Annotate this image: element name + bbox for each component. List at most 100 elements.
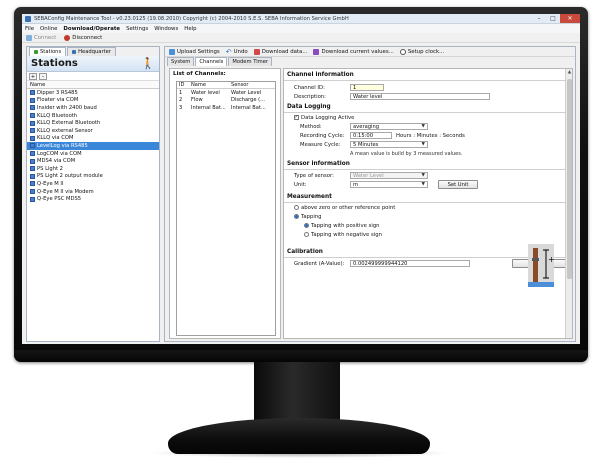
channel-name-cell: Flow xyxy=(191,97,203,104)
menu-file[interactable]: File xyxy=(25,26,34,32)
above-zero-radio[interactable] xyxy=(294,205,299,210)
detail-scrollbar[interactable]: ▲ ▼ xyxy=(565,69,572,338)
walking-person-icon[interactable]: 🚶 xyxy=(141,57,155,70)
close-icon[interactable]: ✕ xyxy=(560,14,580,23)
logging-active-checkbox[interactable]: ✓ xyxy=(294,115,299,120)
tab-modem-timer[interactable]: Modem Timer xyxy=(228,57,273,66)
positive-sign-radio[interactable] xyxy=(304,223,309,228)
chevron-down-icon: ▼ xyxy=(421,173,425,178)
add-station-icon[interactable]: + xyxy=(29,73,37,80)
download-current-label: Download current values... xyxy=(321,48,394,55)
method-select[interactable]: averaging ▼ xyxy=(350,123,428,130)
col-id[interactable]: ID xyxy=(177,82,191,88)
upload-settings-button[interactable]: Upload Settings xyxy=(169,48,220,55)
station-label: KLLQ External Bluetooth xyxy=(37,120,101,127)
negative-sign-row: Tapping with negative sign xyxy=(284,230,572,239)
connect-button[interactable]: Connect xyxy=(26,34,57,41)
list-item[interactable]: LogCOM via COM xyxy=(27,150,159,158)
station-icon xyxy=(30,196,35,202)
set-unit-button[interactable]: Set Unit xyxy=(438,180,478,189)
list-item[interactable]: KLLQ via COM xyxy=(27,135,159,143)
setup-clock-button[interactable]: Setup clock... xyxy=(399,48,444,55)
tab-stations[interactable]: Stations xyxy=(29,47,67,56)
channel-id-cell: 1 xyxy=(179,90,183,97)
menu-settings[interactable]: Settings xyxy=(126,26,148,32)
recording-cycle-field[interactable]: 0:15:00 xyxy=(350,132,392,139)
undo-button[interactable]: ↶ Undo xyxy=(226,48,248,56)
list-item[interactable]: Q-Eye PSC MDS5 xyxy=(27,195,159,203)
station-label: LogCOM via COM xyxy=(37,150,82,157)
window-title: SEBAConfig Maintenance Tool - v0.23.0125… xyxy=(34,15,349,22)
list-item[interactable]: MDS4 via COM xyxy=(27,157,159,165)
channel-id-field[interactable]: 1 xyxy=(350,84,384,91)
list-item[interactable]: PS Light 2 xyxy=(27,165,159,173)
station-icon xyxy=(30,181,35,187)
menu-download-operate[interactable]: Download/Operate xyxy=(63,26,120,32)
station-icon xyxy=(30,166,35,172)
tapping-radio[interactable] xyxy=(294,214,299,219)
station-icon xyxy=(30,97,35,103)
list-item[interactable]: LevelLog via RS485 xyxy=(27,142,159,150)
tab-headquarter-label: Headquarter xyxy=(78,49,111,55)
station-icon xyxy=(30,143,35,149)
stations-list-header[interactable]: Name xyxy=(27,81,159,89)
maximize-icon[interactable]: □ xyxy=(546,14,560,23)
channel-name-cell: Water level xyxy=(191,90,220,97)
chevron-down-icon: ▼ xyxy=(421,142,425,147)
channel-sensor-cell: Internal Bat... xyxy=(231,104,266,111)
minimize-icon[interactable]: – xyxy=(532,14,546,23)
unit-select[interactable]: m ▼ xyxy=(350,181,428,188)
clock-icon xyxy=(399,48,406,55)
station-label: Dipper 3 RS485 xyxy=(37,89,78,96)
menu-help[interactable]: Help xyxy=(184,26,196,32)
tapping-label: Tapping xyxy=(301,213,322,220)
list-item[interactable]: Dipper 3 RS485 xyxy=(27,89,159,97)
list-item[interactable]: Insider with 2400 baud xyxy=(27,104,159,112)
download-current-button[interactable]: Download current values... xyxy=(313,48,394,55)
measure-cycle-select[interactable]: 5 Minutes ▼ xyxy=(350,141,428,148)
stations-header: Stations 🚶 xyxy=(27,56,159,72)
main-toolbar: Connect Disconnect xyxy=(22,33,580,43)
menu-online[interactable]: Online xyxy=(40,26,57,32)
list-item[interactable]: PS Light 2 output module xyxy=(27,173,159,181)
left-tabs: Stations Headquarter xyxy=(27,47,159,56)
negative-sign-radio[interactable] xyxy=(304,232,309,237)
list-item[interactable]: KLLQ External Bluetooth xyxy=(27,119,159,127)
recording-cycle-unit: Hours : Minutes : Seconds xyxy=(396,132,465,139)
chevron-down-icon: ▼ xyxy=(421,124,425,129)
menu-windows[interactable]: Windows xyxy=(154,26,178,32)
connect-label: Connect xyxy=(34,34,57,41)
description-field[interactable]: Water level xyxy=(350,93,490,100)
disconnect-button[interactable]: Disconnect xyxy=(64,34,102,41)
tab-system[interactable]: System xyxy=(167,57,195,66)
table-row[interactable]: 1 Water level Water Level xyxy=(177,89,275,96)
channel-name-cell: Internal Bat... xyxy=(191,104,226,111)
col-name[interactable]: Name xyxy=(191,82,231,88)
list-item[interactable]: Floater via COM xyxy=(27,97,159,105)
chevron-down-icon: ▼ xyxy=(421,182,425,187)
download-data-button[interactable]: Download data... xyxy=(253,48,307,55)
headquarter-tab-icon xyxy=(72,50,77,54)
tab-channels[interactable]: Channels xyxy=(195,57,228,66)
station-icon xyxy=(30,128,35,134)
station-label: KLLQ Bluetooth xyxy=(37,112,78,119)
list-item[interactable]: Q-Eye M II xyxy=(27,180,159,188)
remove-station-icon[interactable]: – xyxy=(39,73,47,80)
list-item[interactable]: KLLQ external Sensor xyxy=(27,127,159,135)
table-row[interactable]: 2 Flow Discharge (... xyxy=(177,97,275,104)
stations-title: Stations xyxy=(31,58,78,69)
table-row[interactable]: 3 Internal Bat... Internal Bat... xyxy=(177,104,275,111)
monitor-bezel-bottom xyxy=(14,350,588,362)
col-sensor[interactable]: Sensor xyxy=(231,82,275,88)
list-item[interactable]: KLLQ Bluetooth xyxy=(27,112,159,120)
scroll-thumb[interactable] xyxy=(567,79,572,279)
tab-headquarter[interactable]: Headquarter xyxy=(67,47,116,56)
gradient-field[interactable]: 0.002499999944120 xyxy=(350,260,470,267)
channel-detail: Channel information Channel ID: 1 Descri… xyxy=(283,68,573,339)
list-item[interactable]: Q-Eye M II via Modem xyxy=(27,188,159,196)
channel-info-title: Channel information xyxy=(284,70,572,81)
station-label: Q-Eye PSC MDS5 xyxy=(37,196,82,203)
method-row: Method: averaging ▼ xyxy=(284,122,572,131)
stations-tab-icon xyxy=(34,50,38,54)
scroll-up-icon[interactable]: ▲ xyxy=(566,69,572,76)
